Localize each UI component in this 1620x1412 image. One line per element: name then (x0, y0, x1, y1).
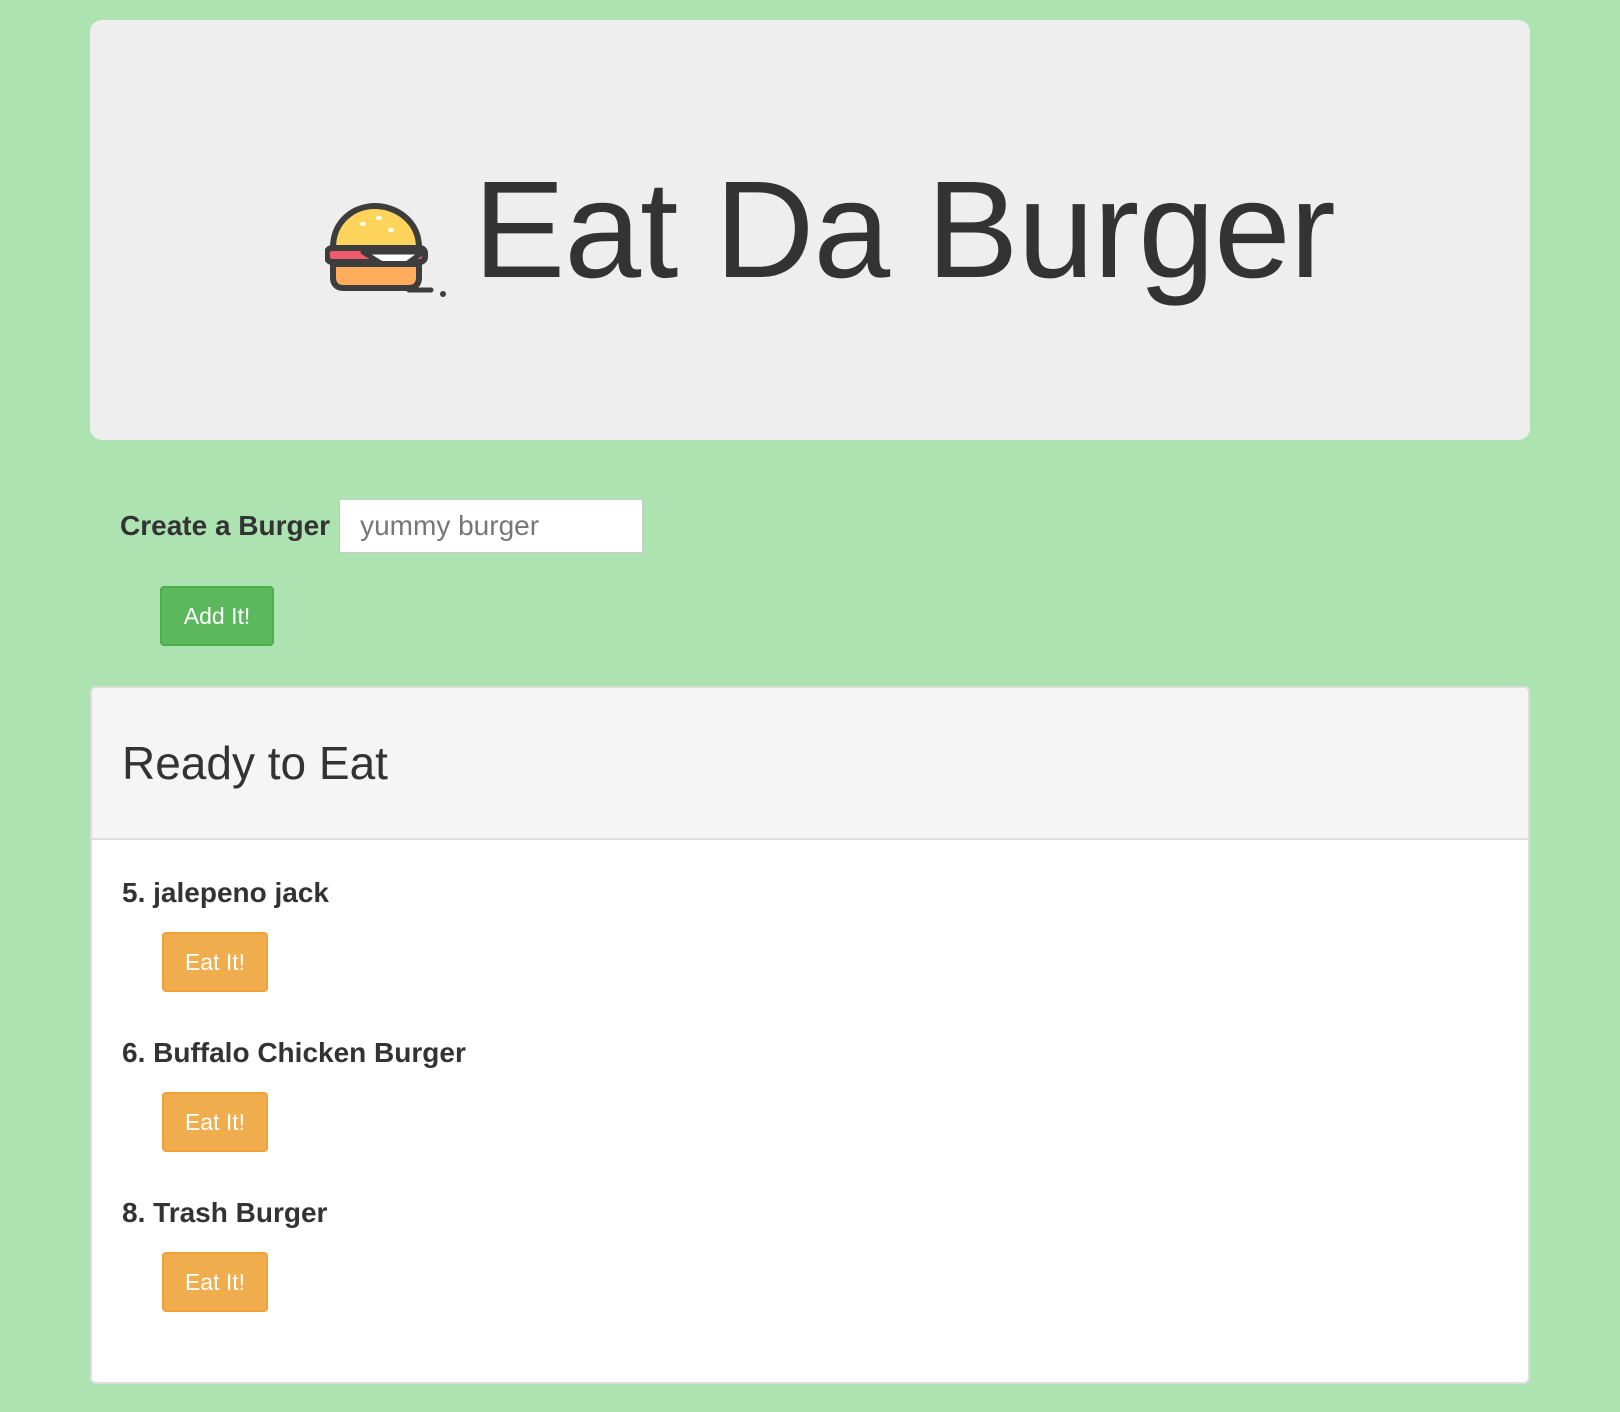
burger-name: 5. jalepeno jack (122, 877, 329, 908)
panel-body: 5. jalepeno jack Eat It! 6. Buffalo Chic… (92, 840, 1528, 1352)
ready-to-eat-panel: Ready to Eat 5. jalepeno jack Eat It! 6.… (90, 686, 1530, 1384)
eat-it-button[interactable]: Eat It! (162, 1092, 268, 1152)
burger-icon (325, 203, 447, 297)
header-jumbotron: Eat Da Burger (90, 20, 1530, 440)
title-wrap: Eat Da Burger (325, 153, 1336, 307)
page-title: Eat Da Burger (473, 153, 1335, 307)
page-container: Eat Da Burger Create a Burger Add It! Re… (90, 20, 1530, 1384)
eat-it-button[interactable]: Eat It! (162, 932, 268, 992)
create-form-row: Create a Burger (120, 499, 1530, 553)
panel-heading: Ready to Eat (92, 688, 1528, 840)
eat-it-button[interactable]: Eat It! (162, 1252, 268, 1312)
list-item: 8. Trash Burger Eat It! (122, 1192, 1498, 1352)
panel-title: Ready to Eat (122, 737, 388, 789)
add-it-button[interactable]: Add It! (160, 586, 274, 646)
create-burger-form: Create a Burger Add It! (90, 499, 1530, 646)
list-item: 5. jalepeno jack Eat It! (122, 872, 1498, 1032)
burger-name: 6. Buffalo Chicken Burger (122, 1037, 466, 1068)
create-burger-label: Create a Burger (120, 510, 331, 541)
burger-name-input[interactable] (339, 499, 644, 553)
burger-name: 8. Trash Burger (122, 1197, 328, 1228)
list-item: 6. Buffalo Chicken Burger Eat It! (122, 1032, 1498, 1192)
